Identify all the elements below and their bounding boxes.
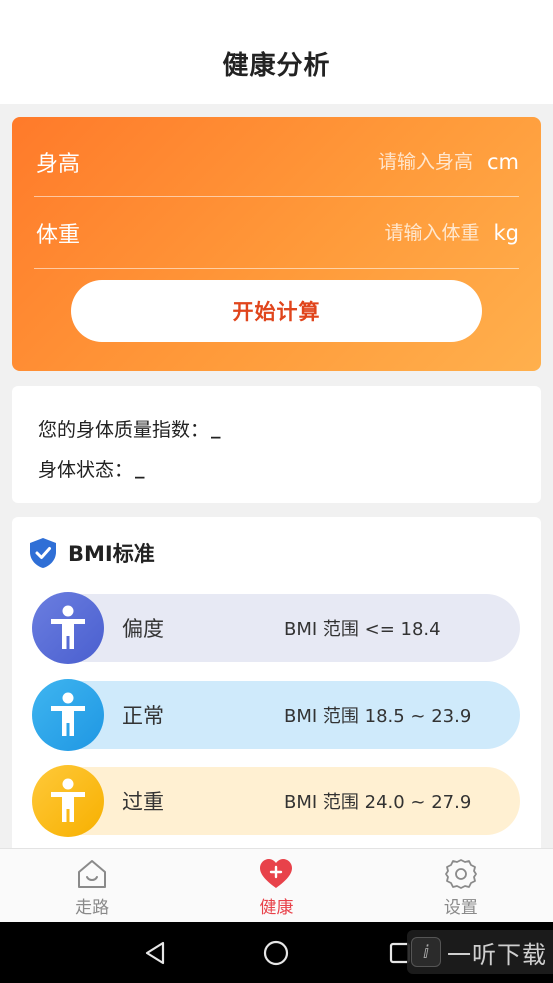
bmi-standard-card: BMI标准 偏度 BMI 范围 <= 18.4 正常 BMI 范围 18.5 ~… (12, 517, 541, 857)
tab-label: 走路 (75, 897, 110, 918)
page-title: 健康分析 (222, 51, 331, 81)
home-circle-icon (263, 940, 289, 966)
watermark-text: 一听下载 (447, 940, 547, 969)
android-navbar: ⅈ 一听下载 (0, 922, 553, 983)
bmi-level-range: BMI 范围 24.0 ~ 27.9 (284, 792, 472, 813)
tab-label: 健康 (259, 897, 294, 918)
height-label: 身高 (36, 151, 81, 177)
watermark: ⅈ 一听下载 (407, 930, 553, 974)
heart-plus-icon (260, 858, 293, 888)
tab-label: 设置 (443, 897, 478, 918)
home-smile-icon (78, 859, 107, 888)
bmi-level-normal: 正常 BMI 范围 18.5 ~ 23.9 (32, 679, 520, 751)
weight-unit: kg (493, 220, 520, 245)
watermark-logo-icon: ⅈ (411, 937, 441, 967)
bmi-level-range: BMI 范围 18.5 ~ 23.9 (284, 706, 472, 727)
bmi-standard-header: BMI标准 (28, 537, 155, 569)
home-button[interactable] (259, 936, 293, 970)
bmi-level-underweight: 偏度 BMI 范围 <= 18.4 (32, 592, 520, 664)
tab-walk[interactable]: 走路 (0, 849, 184, 922)
bmi-level-name: 正常 (122, 704, 164, 728)
bmi-calculator-card: 身高 cm 体重 kg 开始计算 (12, 117, 541, 371)
bmi-result-label: 您的身体质量指数： (38, 418, 210, 441)
shield-check-icon (30, 538, 56, 568)
weight-label: 体重 (36, 222, 81, 248)
height-unit: cm (486, 149, 519, 174)
weight-row: 体重 kg (34, 197, 519, 269)
bmi-result-value: _ (211, 417, 221, 439)
bmi-result-line: 您的身体质量指数： _ (38, 408, 515, 448)
status-result-line: 身体状态： _ (38, 448, 515, 488)
start-calculate-button[interactable]: 开始计算 (71, 280, 482, 342)
tab-settings[interactable]: 设置 (369, 849, 553, 922)
height-row: 身高 cm (34, 117, 519, 197)
weight-input[interactable] (96, 221, 480, 244)
tab-health[interactable]: 健康 (184, 849, 368, 922)
person-icon (32, 592, 104, 664)
bmi-level-name: 过重 (122, 790, 164, 814)
app-screen: 健康分析 身高 cm 体重 kg 开始计算 您的身体质量指数： _ 身体状态： … (0, 0, 553, 983)
bmi-level-range: BMI 范围 <= 18.4 (284, 619, 441, 640)
gear-icon (444, 858, 477, 889)
height-input[interactable] (96, 150, 473, 173)
person-icon (32, 679, 104, 751)
back-button[interactable] (138, 936, 172, 970)
status-result-label: 身体状态： (38, 458, 134, 481)
back-triangle-icon (145, 941, 165, 965)
header-bar: 健康分析 (0, 0, 553, 104)
bottom-tab-bar: 走路 健康 设置 (0, 848, 553, 922)
bmi-standard-title: BMI标准 (68, 542, 155, 566)
result-card: 您的身体质量指数： _ 身体状态： _ (12, 386, 541, 503)
bmi-level-overweight: 过重 BMI 范围 24.0 ~ 27.9 (32, 765, 520, 837)
status-result-value: _ (135, 457, 145, 479)
person-icon (32, 765, 104, 837)
bmi-level-name: 偏度 (122, 617, 164, 641)
